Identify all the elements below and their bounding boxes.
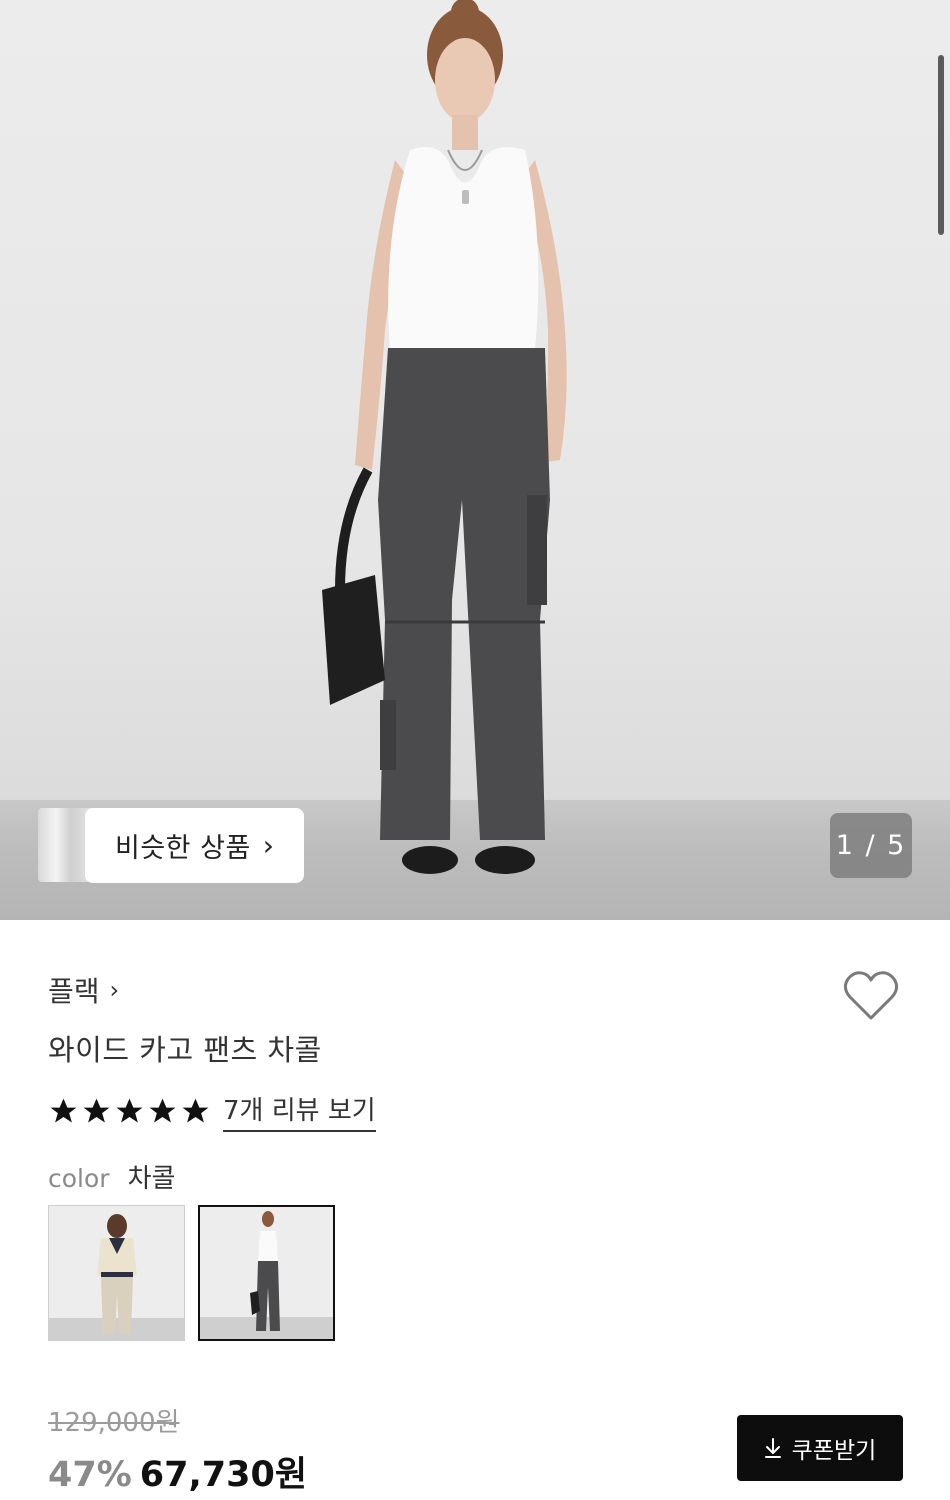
star-icon <box>50 1098 77 1122</box>
similar-products-label: 비슷한 상품 <box>115 833 251 864</box>
color-swatch-cream[interactable] <box>48 1205 185 1341</box>
coupon-button[interactable]: 쿠폰받기 <box>737 1415 903 1481</box>
final-price: 67,730원 <box>139 1455 308 1495</box>
reviews-link[interactable]: 7개 리뷰 보기 <box>223 1090 376 1132</box>
heart-icon[interactable] <box>842 968 900 1024</box>
chevron-right-icon: › <box>262 829 274 862</box>
color-key: color <box>48 1164 110 1193</box>
brand-link[interactable]: 플랙 › <box>48 970 119 1010</box>
discount-rate: 47% <box>48 1455 132 1495</box>
image-counter: 1 / 5 <box>830 813 912 878</box>
swatch-model-image <box>97 1214 137 1334</box>
color-row: color 차콜 <box>48 1158 175 1195</box>
product-title: 와이드 카고 팬츠 차콜 <box>48 1033 322 1067</box>
gallery-scrollbar[interactable] <box>938 55 944 235</box>
color-swatch-charcoal[interactable] <box>198 1205 335 1341</box>
star-icon <box>149 1098 176 1122</box>
coupon-label: 쿠폰받기 <box>791 1438 877 1464</box>
star-rating <box>48 1096 211 1127</box>
star-icon <box>116 1098 143 1122</box>
price-row: 47% 67,730원 <box>48 1446 307 1497</box>
color-value: 차콜 <box>127 1164 176 1194</box>
original-price: 129,000원 <box>48 1408 180 1438</box>
product-photo <box>322 0 567 874</box>
star-icon <box>83 1098 110 1122</box>
swatch-model-image <box>250 1211 280 1331</box>
brand-name: 플랙 <box>48 975 100 1008</box>
product-image-gallery[interactable]: 비슷한 상품 › 1 / 5 <box>0 0 950 920</box>
star-icon <box>182 1098 209 1122</box>
download-icon <box>764 1438 781 1458</box>
chevron-right-icon: › <box>109 976 120 1004</box>
rating-row: 7개 리뷰 보기 <box>48 1090 376 1132</box>
similar-products-button[interactable]: 비슷한 상품 › <box>85 808 304 883</box>
